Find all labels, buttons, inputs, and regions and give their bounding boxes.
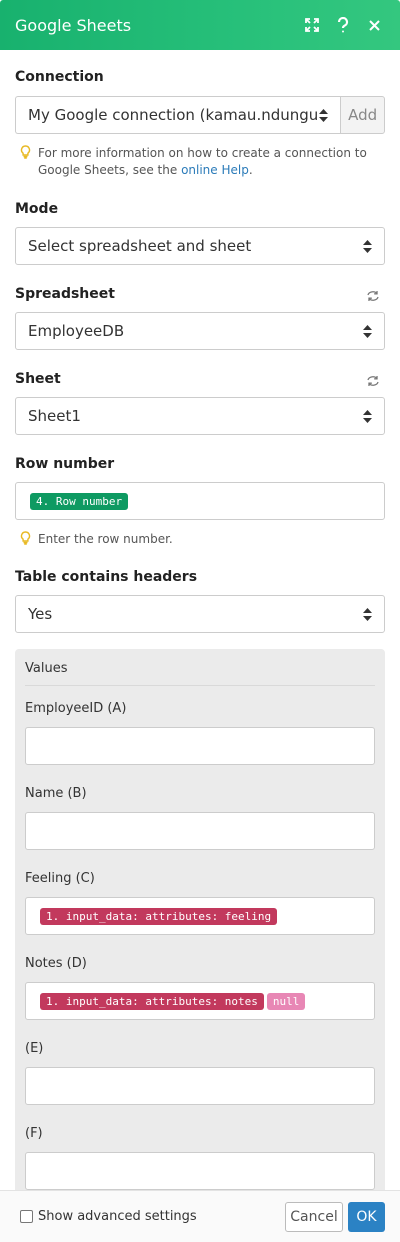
sheet-value: Sheet1 — [28, 407, 81, 425]
value-field-label: EmployeeID (A) — [25, 701, 127, 716]
modal-footer: Show advanced settings Cancel OK — [0, 1190, 400, 1242]
select-caret-icon — [362, 409, 372, 423]
modal-title: Google Sheets — [15, 15, 132, 35]
select-caret-icon — [362, 239, 372, 253]
column-e-input[interactable] — [25, 1067, 375, 1105]
value-field-label: Name (B) — [25, 786, 87, 801]
mode-value: Select spreadsheet and sheet — [28, 237, 252, 255]
select-caret-icon — [362, 324, 372, 338]
values-panel: Values EmployeeID (A) Name (B) Feeling (… — [15, 649, 385, 1209]
online-help-link[interactable]: online Help — [181, 163, 249, 177]
advanced-settings-toggle[interactable]: Show advanced settings — [20, 1209, 197, 1224]
spreadsheet-value: EmployeeDB — [28, 322, 125, 340]
close-icon[interactable] — [363, 14, 385, 36]
select-caret-icon — [362, 607, 372, 621]
connection-hint: For more information on how to create a … — [20, 145, 380, 179]
row-number-input[interactable]: 4. Row number — [15, 482, 385, 520]
notes-input[interactable]: 1. input_data: attributes: notes null — [25, 982, 375, 1020]
row-number-hint-text: Enter the row number. — [38, 532, 173, 546]
null-keyword-pill[interactable]: null — [266, 992, 306, 1010]
sheet-select[interactable]: Sheet1 — [15, 397, 385, 435]
connection-label: Connection — [15, 69, 104, 85]
connection-value: My Google connection (kamau.ndungu — [28, 106, 319, 124]
ok-button[interactable]: OK — [348, 1202, 385, 1232]
cancel-button[interactable]: Cancel — [285, 1202, 343, 1232]
employee-id-input[interactable] — [25, 727, 375, 765]
lightbulb-icon — [20, 145, 34, 179]
lightbulb-icon — [20, 531, 34, 550]
row-number-label: Row number — [15, 456, 115, 472]
help-icon[interactable] — [332, 14, 354, 36]
value-field-label: (F) — [25, 1126, 43, 1141]
column-f-input[interactable] — [25, 1152, 375, 1190]
row-number-hint: Enter the row number. — [20, 531, 173, 550]
refresh-icon[interactable] — [366, 290, 380, 304]
mode-select[interactable]: Select spreadsheet and sheet — [15, 227, 385, 265]
expand-icon[interactable] — [301, 14, 323, 36]
connection-select[interactable]: My Google connection (kamau.ndungu — [15, 96, 341, 134]
spreadsheet-select[interactable]: EmployeeDB — [15, 312, 385, 350]
mapped-variable-pill[interactable]: 1. input_data: attributes: notes — [40, 992, 264, 1010]
headers-select[interactable]: Yes — [15, 595, 385, 633]
advanced-settings-label: Show advanced settings — [38, 1209, 197, 1224]
select-caret-icon — [318, 108, 328, 122]
headers-value: Yes — [28, 605, 53, 623]
divider — [25, 685, 375, 686]
headers-label: Table contains headers — [15, 569, 198, 585]
sheet-label: Sheet — [15, 371, 61, 387]
name-input[interactable] — [25, 812, 375, 850]
values-title: Values — [25, 661, 68, 676]
value-field-label: (E) — [25, 1041, 44, 1056]
modal-header: Google Sheets — [0, 0, 400, 50]
mapped-variable-pill[interactable]: 4. Row number — [30, 492, 129, 510]
feeling-input[interactable]: 1. input_data: attributes: feeling — [25, 897, 375, 935]
connection-group: My Google connection (kamau.ndungu Add — [15, 96, 385, 134]
value-field-label: Notes (D) — [25, 956, 87, 971]
mode-label: Mode — [15, 201, 59, 217]
mapped-variable-pill[interactable]: 1. input_data: attributes: feeling — [40, 907, 278, 925]
refresh-icon[interactable] — [366, 375, 380, 389]
hint-end: . — [248, 163, 253, 177]
spreadsheet-label: Spreadsheet — [15, 286, 115, 302]
connection-hint-text: For more information on how to create a … — [38, 145, 380, 179]
value-field-label: Feeling (C) — [25, 871, 95, 886]
advanced-settings-checkbox[interactable] — [20, 1210, 33, 1223]
add-connection-button[interactable]: Add — [340, 96, 385, 134]
